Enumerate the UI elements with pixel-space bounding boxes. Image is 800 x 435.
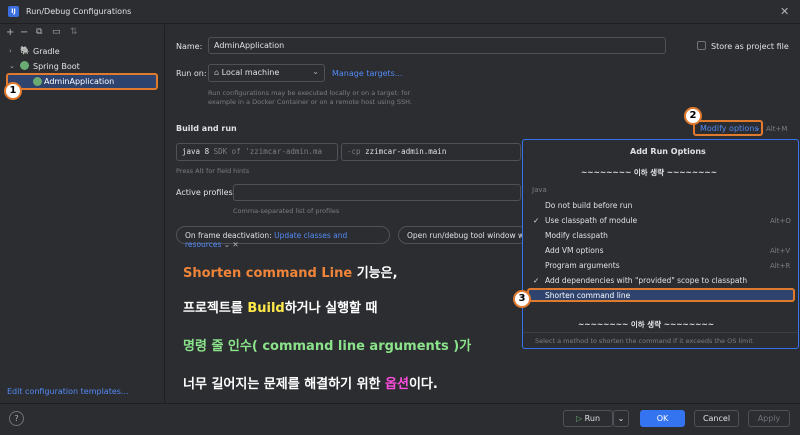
shortcut-alt-o: Alt+O bbox=[770, 217, 791, 225]
check-icon: ✓ bbox=[533, 216, 540, 225]
alt-hint: Press Alt for field hints bbox=[176, 167, 250, 175]
folder-icon[interactable]: ▭ bbox=[52, 27, 61, 37]
popup-omitted-bottom: ~~~~~~~~ 이하 생략 ~~~~~~~~ bbox=[578, 320, 714, 329]
remove-icon[interactable]: − bbox=[20, 27, 28, 38]
sort-icon[interactable]: ⇅ bbox=[70, 27, 78, 37]
add-icon[interactable]: + bbox=[6, 27, 14, 38]
annotation-line-2: 프로젝트를 Build하거나 실행할 때 bbox=[183, 297, 378, 316]
edit-templates-link[interactable]: Edit configuration templates... bbox=[7, 387, 129, 396]
spring-boot-icon bbox=[20, 61, 29, 70]
annotation-text: 하거나 실행할 때 bbox=[284, 301, 378, 316]
profiles-hint: Comma-separated list of profiles bbox=[233, 207, 340, 215]
window-title: Run/Debug Configurations bbox=[26, 7, 132, 16]
chevron-down-icon: ⌄ ✕ bbox=[223, 240, 239, 249]
annotation-text: 기능은, bbox=[352, 266, 398, 281]
profiles-field[interactable] bbox=[233, 184, 521, 201]
tree-item-gradle[interactable]: Gradle bbox=[33, 47, 60, 56]
sdk-text: SDK of 'zzimcar-admin.ma bbox=[213, 147, 322, 156]
annotation-highlight-orange: Shorten command Line bbox=[183, 266, 353, 281]
run-on-label: Run on: bbox=[176, 69, 207, 78]
run-on-value: Local machine bbox=[221, 68, 280, 77]
annotation-highlight-green: 명령 줄 인수( command line arguments )가 bbox=[183, 339, 472, 354]
name-field[interactable]: AdminApplication bbox=[208, 37, 666, 54]
popup-group-java: Java bbox=[532, 186, 547, 194]
modify-options-shortcut: Alt+M bbox=[766, 125, 788, 133]
callout-3: 3 bbox=[513, 290, 531, 308]
copy-icon[interactable]: ⧉ bbox=[36, 27, 42, 37]
annotation-line-1: Shorten command Line 기능은, bbox=[183, 262, 398, 281]
spring-app-icon bbox=[33, 77, 42, 86]
callout-1: 1 bbox=[4, 82, 22, 100]
cancel-button[interactable]: Cancel bbox=[694, 410, 739, 427]
run-icon: ▷ bbox=[575, 414, 583, 423]
cp-prefix: -cp bbox=[347, 147, 361, 156]
annotation-text: 너무 길어지는 문제를 해결하기 위한 bbox=[183, 377, 386, 392]
open-tool-window-label: Open run/debug tool window whe bbox=[407, 231, 528, 240]
popup-divider bbox=[523, 332, 798, 333]
popup-title: Add Run Options bbox=[630, 147, 706, 156]
modify-options-link[interactable]: Modify options bbox=[700, 124, 759, 133]
ok-button[interactable]: OK bbox=[640, 410, 685, 427]
chevron-down-icon[interactable]: ⌄ bbox=[9, 62, 15, 70]
build-run-title: Build and run bbox=[176, 124, 237, 133]
cp-value: zzimcar-admin.main bbox=[365, 147, 447, 156]
chevron-down-icon: ⌄ bbox=[312, 67, 319, 76]
home-icon: ⌂ bbox=[214, 68, 220, 77]
callout-2: 2 bbox=[684, 107, 702, 125]
annotation-line-4: 너무 길어지는 문제를 해결하기 위한 옵션이다. bbox=[183, 373, 438, 392]
option-shorten-command-line[interactable]: Shorten command line bbox=[545, 291, 630, 300]
option-program-arguments[interactable]: Program arguments bbox=[545, 261, 620, 270]
store-project-label: Store as project file bbox=[711, 42, 789, 51]
manage-targets-link[interactable]: Manage targets... bbox=[332, 69, 402, 78]
jdk-select[interactable]: java 8 SDK of 'zzimcar-admin.ma bbox=[176, 143, 338, 161]
run-on-hint-1: Run configurations may be executed local… bbox=[208, 89, 411, 97]
chevron-right-icon[interactable]: › bbox=[9, 47, 12, 55]
option-modify-classpath[interactable]: Modify classpath bbox=[545, 231, 608, 240]
intellij-icon: IJ bbox=[8, 6, 19, 17]
open-tool-window-chip[interactable]: Open run/debug tool window whe bbox=[398, 226, 528, 244]
run-button[interactable]: ▷ Run bbox=[563, 410, 613, 427]
tree-item-spring-boot[interactable]: Spring Boot bbox=[33, 62, 80, 71]
java-version: java 8 bbox=[182, 147, 210, 156]
annotation-line-3: 명령 줄 인수( command line arguments )가 bbox=[183, 335, 471, 354]
option-use-classpath[interactable]: Use classpath of module bbox=[545, 216, 637, 225]
shortcut-alt-v: Alt+V bbox=[770, 247, 791, 255]
chevron-down-icon: ⌄ bbox=[617, 414, 625, 423]
frame-deactivation-chip[interactable]: On frame deactivation: Update classes an… bbox=[176, 226, 390, 249]
tree-item-admin-application[interactable]: AdminApplication bbox=[44, 77, 114, 86]
apply-button[interactable]: Apply bbox=[748, 410, 790, 427]
gradle-icon: 🐘 bbox=[20, 46, 30, 55]
run-dropdown-button[interactable]: ⌄ bbox=[613, 410, 629, 427]
frame-deactivation-label: On frame deactivation: bbox=[185, 231, 272, 240]
popup-omitted-top: ~~~~~~~~ 이하 생략 ~~~~~~~~ bbox=[581, 168, 717, 177]
name-label: Name: bbox=[176, 42, 203, 51]
annotation-highlight-magenta: 옵션 bbox=[385, 377, 409, 392]
popup-footer-hint: Select a method to shorten the command i… bbox=[535, 337, 753, 345]
option-add-vm-options[interactable]: Add VM options bbox=[545, 246, 604, 255]
check-icon: ✓ bbox=[533, 276, 540, 285]
help-button[interactable]: ? bbox=[9, 411, 24, 426]
option-add-provided-deps[interactable]: Add dependencies with "provided" scope t… bbox=[545, 276, 747, 285]
chevron-down-icon: ⌄ bbox=[754, 123, 761, 132]
store-project-checkbox[interactable] bbox=[697, 41, 706, 50]
option-do-not-build[interactable]: Do not build before run bbox=[545, 201, 632, 210]
shortcut-alt-r: Alt+R bbox=[770, 262, 791, 270]
run-on-select[interactable]: ⌂ Local machine ⌄ bbox=[208, 64, 325, 82]
annotation-highlight-yellow: Build bbox=[247, 301, 285, 316]
run-on-hint-2: example in a Docker Container or on a re… bbox=[208, 98, 412, 106]
annotation-text: 이다. bbox=[408, 377, 438, 392]
close-icon[interactable]: ✕ bbox=[780, 5, 789, 18]
run-label: Run bbox=[584, 414, 601, 423]
profiles-label: Active profiles: bbox=[176, 188, 236, 197]
annotation-text: 프로젝트를 bbox=[183, 301, 248, 316]
classpath-select[interactable]: -cp zzimcar-admin.main bbox=[341, 143, 521, 161]
